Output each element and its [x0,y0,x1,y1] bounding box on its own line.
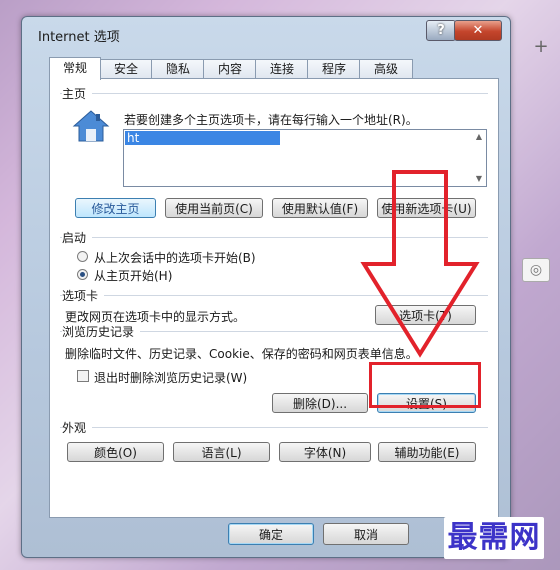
radio-last-session[interactable] [77,251,88,262]
site-watermark: 最需网 [444,517,544,559]
history-group-label: 浏览历史记录 [62,323,141,340]
colors-button[interactable]: 颜色(O) [67,442,164,462]
delete-history-button[interactable]: 删除(D)... [272,393,368,413]
add-icon: + [533,36,549,57]
tab-connections[interactable]: 连接 [255,59,309,79]
red-down-arrow-icon [360,170,480,358]
home-icon [72,110,110,142]
appearance-group-label: 外观 [62,419,93,436]
appearance-group-divider [60,427,488,428]
homepage-group-divider [60,93,488,94]
delete-on-exit-checkbox[interactable] [77,370,89,382]
help-button[interactable]: ? [426,20,456,41]
tab-general[interactable]: 常规 [49,57,101,80]
tabs-group-label: 选项卡 [62,287,105,304]
radio-last-session-label: 从上次会话中的选项卡开始(B) [94,251,256,265]
tab-advanced[interactable]: 高级 [359,59,413,79]
use-default-button[interactable]: 使用默认值(F) [272,198,368,218]
radio-homepage[interactable] [77,269,88,280]
startup-group-label: 启动 [62,229,93,246]
dialog-title: Internet 选项 [38,30,120,45]
camera-icon: ◎ [522,258,550,282]
radio-homepage-label: 从主页开始(H) [94,269,173,283]
delete-on-exit-label: 退出时删除浏览历史记录(W) [94,371,248,385]
scroll-up-icon[interactable]: ▲ [474,132,484,142]
tab-programs[interactable]: 程序 [307,59,361,79]
homepage-group-label: 主页 [62,85,93,102]
close-button[interactable]: ✕ [454,20,502,41]
modify-homepage-button[interactable]: 修改主页 [75,198,156,218]
homepage-url-value: ht [125,131,280,145]
tab-content[interactable]: 内容 [203,59,257,79]
languages-button[interactable]: 语言(L) [173,442,270,462]
fonts-button[interactable]: 字体(N) [279,442,371,462]
ok-button[interactable]: 确定 [228,523,314,545]
accessibility-button[interactable]: 辅助功能(E) [378,442,476,462]
tab-security[interactable]: 安全 [99,59,153,79]
settings-highlight-box [369,362,481,408]
use-current-button[interactable]: 使用当前页(C) [165,198,263,218]
tab-privacy[interactable]: 隐私 [151,59,205,79]
homepage-instruction: 若要创建多个主页选项卡，请在每行输入一个地址(R)。 [124,113,418,127]
cancel-button[interactable]: 取消 [323,523,409,545]
